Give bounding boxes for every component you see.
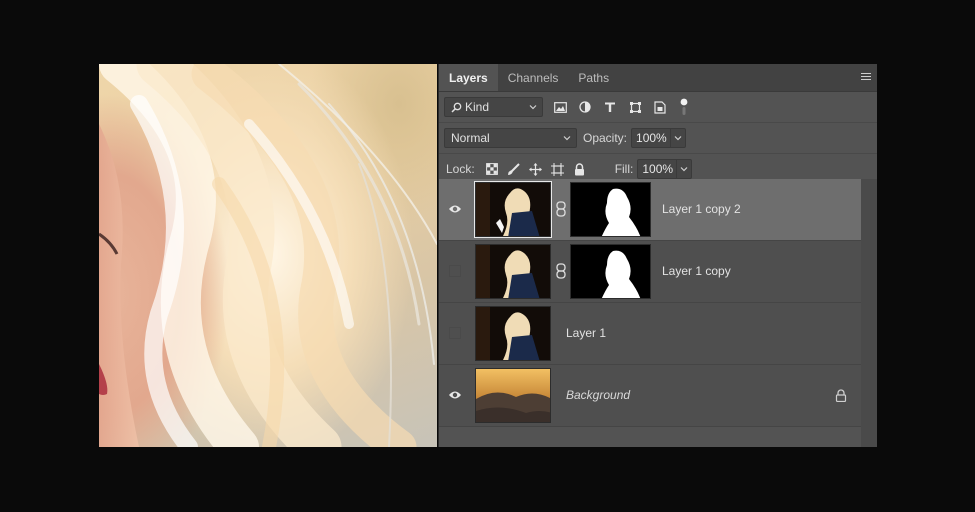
chevron-down-icon [529, 105, 537, 110]
opacity-dropdown-button[interactable] [671, 128, 687, 148]
image-filter-icon[interactable] [552, 99, 568, 115]
lock-label: Lock: [446, 162, 475, 176]
layer-name[interactable]: Layer 1 [566, 326, 606, 340]
search-icon [451, 102, 462, 113]
layer-thumbnail[interactable] [475, 368, 551, 423]
opacity-label: Opacity: [583, 131, 628, 145]
layer-row[interactable]: Layer 1 [439, 303, 861, 365]
layer-thumbnail[interactable] [475, 244, 551, 299]
mask-link-icon[interactable] [556, 201, 566, 217]
panel-menu-icon[interactable] [861, 73, 871, 81]
lock-position-icon[interactable] [529, 162, 543, 176]
chevron-down-icon [680, 167, 688, 172]
lock-image-pixels-icon[interactable] [507, 162, 521, 176]
filter-toggle-icon[interactable] [676, 98, 692, 115]
layers-list: Layer 1 copy 2 Layer 1 copy Layer 1 Back… [439, 179, 861, 447]
layer-thumbnail[interactable] [475, 306, 551, 361]
document-canvas[interactable] [99, 64, 437, 447]
eye-visibility-icon[interactable] [448, 203, 462, 215]
layer-mask-thumbnail[interactable] [570, 182, 651, 237]
layer-thumbnail[interactable] [474, 181, 552, 238]
chevron-down-icon [563, 136, 571, 141]
layer-row[interactable]: Background [439, 365, 861, 427]
canvas-image [99, 64, 437, 447]
opacity-input[interactable]: 100% [631, 128, 672, 148]
blend-row: Normal Opacity: 100% [439, 123, 877, 154]
smart-object-filter-icon[interactable] [652, 99, 668, 115]
tab-channels[interactable]: Channels [498, 64, 569, 91]
layer-row[interactable]: Layer 1 copy [439, 241, 861, 303]
layer-name[interactable]: Layer 1 copy [662, 264, 731, 278]
layers-panel: Layers Channels Paths Kind Normal Opacit… [438, 64, 877, 447]
type-filter-icon[interactable] [602, 99, 618, 115]
visibility-toggle[interactable] [449, 265, 461, 277]
lock-artboard-icon[interactable] [551, 162, 565, 176]
tab-layers[interactable]: Layers [439, 64, 498, 91]
layer-row[interactable]: Layer 1 copy 2 [439, 179, 861, 241]
panel-tabs: Layers Channels Paths [439, 64, 877, 92]
shape-filter-icon[interactable] [627, 99, 643, 115]
chevron-down-icon [674, 136, 682, 141]
blend-mode-select[interactable]: Normal [444, 128, 577, 148]
layer-name[interactable]: Layer 1 copy 2 [662, 202, 741, 216]
fill-label: Fill: [614, 162, 634, 176]
layers-scrollbar[interactable] [861, 179, 877, 447]
filter-kind-select[interactable]: Kind [444, 97, 543, 117]
filter-row: Kind [439, 92, 877, 123]
fill-input[interactable]: 100% [637, 159, 678, 179]
lock-transparent-pixels-icon[interactable] [485, 162, 499, 176]
tab-paths[interactable]: Paths [568, 64, 619, 91]
mask-link-icon[interactable] [556, 263, 566, 279]
layer-name[interactable]: Background [566, 388, 630, 402]
lock-all-icon[interactable] [573, 162, 587, 176]
fill-dropdown-button[interactable] [677, 159, 693, 179]
layer-mask-thumbnail[interactable] [570, 244, 651, 299]
blend-mode-value: Normal [451, 131, 490, 145]
eye-visibility-icon[interactable] [448, 389, 462, 401]
filter-kind-value: Kind [465, 100, 490, 114]
lock-icon [835, 389, 847, 402]
visibility-toggle[interactable] [449, 327, 461, 339]
adjustment-filter-icon[interactable] [577, 99, 593, 115]
